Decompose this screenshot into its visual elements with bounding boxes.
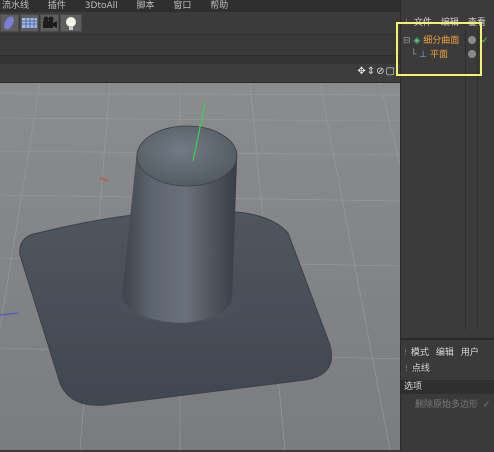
menu-pipeline[interactable]: 流水线 [2,0,29,12]
attr-dot-row[interactable]: ⁝ 点线 [401,362,494,376]
menu-script[interactable]: 脚本 [137,0,155,12]
viewport-header: ✥⇕⊘▢ [0,64,400,83]
attr-section-header[interactable]: 选项 [401,380,494,394]
grid-plane-icon [22,18,37,28]
enabled-check-icon[interactable]: ✓ [481,34,489,48]
attribute-manager: ⁝ 模式 编辑 用户 ⁝ 点线 选项 删除原始多边形 ✓ [401,338,494,452]
menu-plugins[interactable]: 插件 [48,0,66,12]
attr-tab-mode[interactable]: 模式 [411,346,429,360]
attr-section-label: 选项 [404,382,423,392]
viewport-nav-icons[interactable]: ✥⇕⊘▢ [357,66,396,77]
attr-tab-user[interactable]: 用户 [461,346,479,360]
secondary-toolbar [0,34,400,66]
toolbar [0,12,400,34]
attr-option-row[interactable]: 删除原始多边形 ✓ [401,398,494,412]
menu-3dtoall[interactable]: 3DtoAll [85,0,118,12]
deformer-tool-button[interactable] [0,14,19,32]
viewport-scene [0,83,400,450]
cylinder-top [136,125,238,187]
attr-grip-icon: ⁝ [404,348,407,358]
attr-row-label: 点线 [411,364,430,374]
light-bulb-icon [66,17,76,30]
attribute-tabs: ⁝ 模式 编辑 用户 [401,346,494,360]
camera-icon [43,16,57,28]
viewport[interactable] [0,83,400,450]
deformer-icon [4,16,14,30]
highlight-box [396,22,482,76]
option-checkbox[interactable]: ✓ [483,400,491,410]
camera-tool-button[interactable] [40,14,59,32]
floor-tool-button[interactable] [20,14,39,32]
attr-tab-edit[interactable]: 编辑 [436,346,454,360]
menu-help[interactable]: 帮助 [210,0,228,12]
menu-window[interactable]: 窗口 [173,0,191,12]
light-tool-button[interactable] [60,14,82,32]
dot-line-icon: ⁝ [405,364,408,374]
attr-option-label: 删除原始多边形 [415,400,479,410]
